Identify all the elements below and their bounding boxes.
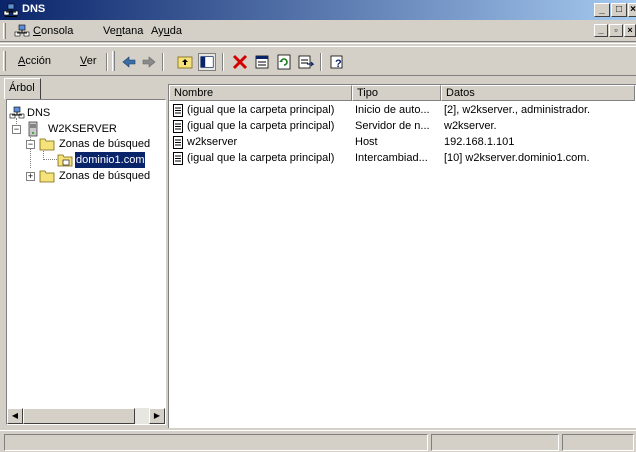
toolbar-separator xyxy=(222,53,224,71)
export-list-icon[interactable] xyxy=(297,53,315,71)
console-menubar: Consola Ventana Ayuda _ ▫ × xyxy=(0,20,636,42)
properties-icon[interactable] xyxy=(253,53,271,71)
server-icon xyxy=(28,121,38,137)
tree-expander-collapse[interactable]: − xyxy=(12,125,21,134)
toolbar-grip[interactable] xyxy=(3,51,6,71)
cell-tipo: Intercambiad... xyxy=(355,152,428,164)
tree-node-label: Zonas de búsqued xyxy=(59,138,151,150)
delete-icon[interactable] xyxy=(231,53,249,71)
zone-icon xyxy=(57,154,73,167)
cell-nombre: (igual que la carpeta principal) xyxy=(187,120,335,132)
cell-nombre: w2kserver xyxy=(187,136,238,148)
menu-ayuda[interactable]: Ayuda xyxy=(151,25,182,37)
tree-node-label: W2KSERVER xyxy=(48,123,117,135)
cell-tipo: Inicio de auto... xyxy=(355,104,430,116)
scroll-thumb[interactable] xyxy=(23,408,135,424)
console-tree[interactable]: DNS − W2KSERVER − Zonas de búsqued domin… xyxy=(6,99,166,425)
menu-ver[interactable]: Ver xyxy=(80,55,97,67)
scroll-left-button[interactable]: ◀ xyxy=(7,408,23,424)
status-pane-2 xyxy=(431,434,559,451)
status-pane-main xyxy=(4,434,428,451)
list-item[interactable]: w2kserver Host 192.168.1.101 xyxy=(169,135,636,150)
list-item[interactable]: (igual que la carpeta principal) Inicio … xyxy=(169,103,636,118)
menu-accion[interactable]: Acción xyxy=(18,55,51,67)
minimize-button[interactable]: _ xyxy=(594,3,610,17)
title-bar: DNS _ □ × xyxy=(0,0,636,20)
column-header-tipo[interactable]: Tipo xyxy=(352,85,441,101)
list-item[interactable]: (igual que la carpeta principal) Interca… xyxy=(169,151,636,166)
menu-consola[interactable]: Consola xyxy=(33,25,73,37)
show-hide-tree-icon[interactable] xyxy=(198,53,216,71)
record-icon xyxy=(173,152,183,165)
mdi-minimize-button[interactable]: _ xyxy=(594,24,608,37)
list-item[interactable]: (igual que la carpeta principal) Servido… xyxy=(169,119,636,134)
record-icon xyxy=(173,120,183,133)
console-icon xyxy=(14,24,30,37)
cell-datos: 192.168.1.101 xyxy=(444,136,515,148)
tree-expander-collapse[interactable]: − xyxy=(26,140,35,149)
mdi-close-button[interactable]: × xyxy=(624,24,636,37)
dns-app-icon xyxy=(3,3,19,17)
status-bar xyxy=(0,430,636,452)
forward-arrow-icon[interactable] xyxy=(140,53,158,71)
tree-expander-expand[interactable]: + xyxy=(26,172,35,181)
dns-icon xyxy=(9,106,25,119)
cell-tipo: Servidor de n... xyxy=(355,120,430,132)
action-toolbar: Acción Ver ? xyxy=(0,46,636,76)
scroll-right-button[interactable]: ▶ xyxy=(149,408,165,424)
up-folder-icon[interactable] xyxy=(176,53,194,71)
toolbar-separator xyxy=(106,53,108,71)
cell-nombre: (igual que la carpeta principal) xyxy=(187,104,335,116)
toolbar-separator xyxy=(162,53,164,71)
cell-tipo: Host xyxy=(355,136,378,148)
cell-nombre: (igual que la carpeta principal) xyxy=(187,152,335,164)
cell-datos: w2kserver. xyxy=(444,120,497,132)
window-title: DNS xyxy=(22,3,46,15)
tree-tab[interactable]: Árbol xyxy=(4,78,41,99)
refresh-icon[interactable] xyxy=(275,53,293,71)
close-button[interactable]: × xyxy=(628,3,636,17)
svg-text:?: ? xyxy=(335,58,342,70)
records-list[interactable]: Nombre Tipo Datos (igual que la carpeta … xyxy=(168,84,636,428)
status-pane-3 xyxy=(562,434,634,451)
mdi-restore-button[interactable]: ▫ xyxy=(609,24,623,37)
folder-icon xyxy=(39,170,55,183)
toolbar-separator xyxy=(320,53,322,71)
cell-datos: [2], w2kserver., administrador. xyxy=(444,104,591,116)
record-icon xyxy=(173,136,183,149)
tree-node-label: DNS xyxy=(27,107,51,119)
back-arrow-icon[interactable] xyxy=(120,53,138,71)
tree-node-label: dominio1.com xyxy=(75,152,146,168)
tree-node-label: Zonas de búsqued xyxy=(59,170,151,182)
tree-line xyxy=(43,159,57,160)
column-header-nombre[interactable]: Nombre xyxy=(169,85,352,101)
tree-horizontal-scrollbar[interactable]: ◀ ▶ xyxy=(7,408,165,424)
toolbar-grip-2[interactable] xyxy=(112,51,115,71)
column-header-datos[interactable]: Datos xyxy=(441,85,635,101)
record-icon xyxy=(173,104,183,117)
menubar-grip[interactable] xyxy=(3,23,6,39)
cell-datos: [10] w2kserver.dominio1.com. xyxy=(444,152,590,164)
help-icon[interactable]: ? xyxy=(329,53,347,71)
maximize-button[interactable]: □ xyxy=(611,3,627,17)
menu-ventana[interactable]: Ventana xyxy=(103,25,143,37)
folder-icon xyxy=(39,138,55,151)
